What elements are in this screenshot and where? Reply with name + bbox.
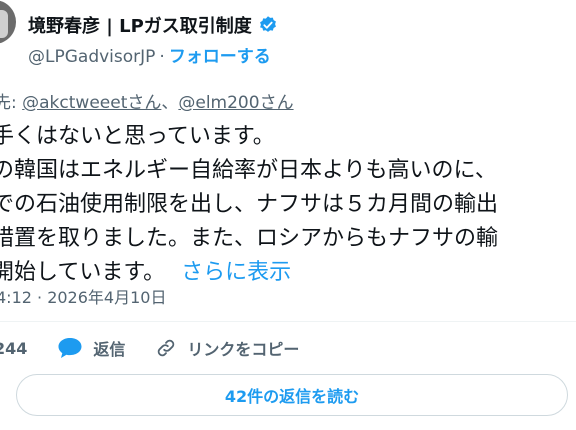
tweet-line: 措置を取りました。また、ロシアからもナフサの輸 [0, 226, 499, 251]
read-replies-button[interactable]: 42件の返信を読む [16, 374, 568, 416]
tweet-line: での石油使用制限を出し、ナフサは５カ月間の輸出 [0, 192, 499, 217]
copy-link-label: リンクをコピー [187, 340, 300, 359]
reply-bubble-icon [58, 338, 82, 358]
reply-to-user-link[interactable]: @akctweeetさん [22, 93, 161, 113]
tweet-line: 開始しています。 [0, 260, 166, 285]
author-handle-row: @LPGadvisorJP · フォローする [28, 42, 271, 67]
tweet-line: の韓国はエネルギー自給率が日本よりも高いのに、 [0, 158, 497, 183]
author-handle[interactable]: @LPGadvisorJP [28, 47, 155, 67]
tweet-body: 手くはないと思っています。 の韓国はエネルギー自給率が日本よりも高いのに、 での… [0, 120, 498, 290]
link-icon [158, 339, 175, 357]
replying-to: 先: @akctweeetさん、@elm200さん [0, 88, 294, 113]
verified-badge-icon [259, 16, 276, 32]
reply-label: 返信 [93, 340, 126, 359]
show-more-link[interactable]: さらに表示 [181, 260, 291, 285]
reply-to-user-link[interactable]: @elm200さん [178, 93, 293, 113]
copy-link-button[interactable]: リンクをコピー [155, 336, 299, 360]
author-name-row[interactable]: 境野春彦 | LPガス取引制度 [28, 12, 278, 38]
action-bar: 244 返信 リンクをコピー [0, 336, 299, 360]
separator-dot: · [159, 47, 165, 67]
divider [0, 321, 576, 322]
tweet-line: 手くはないと思っています。 [0, 124, 275, 149]
read-replies-label: 42件の返信を読む [224, 387, 360, 406]
like-count[interactable]: 244 [0, 339, 27, 358]
timestamp[interactable]: 4:12 · 2026年4月10日 [0, 284, 166, 308]
reply-button[interactable]: 返信 [57, 336, 125, 360]
replying-to-prefix: 先: [0, 93, 17, 113]
author-name[interactable]: 境野春彦 | LPガス取引制度 [28, 12, 252, 38]
avatar[interactable] [0, 0, 16, 44]
reply-to-joiner: 、 [161, 93, 179, 113]
follow-button[interactable]: フォローする [169, 47, 271, 67]
